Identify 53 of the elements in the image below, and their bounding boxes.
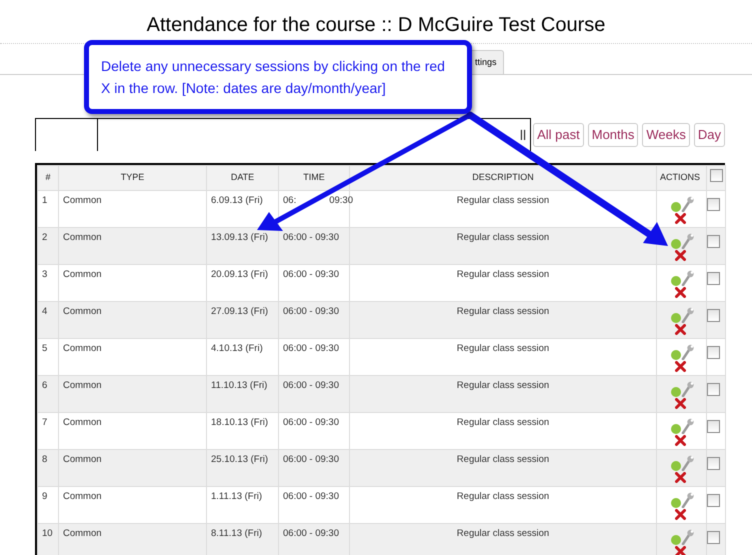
delete-icon[interactable] (674, 287, 686, 298)
callout-text: Delete any unnecessary sessions by clicking on the red X in the row. [Note: dates are day/month/year] (101, 57, 446, 98)
delete-icon[interactable] (674, 324, 686, 335)
page-title: Attendance for the course :: D McGuire Test Course (146, 13, 606, 38)
table-cell: 8 (38, 450, 58, 486)
checkbox[interactable] (707, 198, 720, 211)
table-cell: 1 (38, 190, 58, 228)
wrench-icon[interactable] (680, 418, 694, 434)
view-link[interactable]: ll (520, 124, 526, 146)
table-cell: 4 (38, 302, 58, 338)
view-button[interactable]: Day (694, 122, 725, 146)
checkbox[interactable] (707, 272, 720, 285)
wrench-icon[interactable] (680, 455, 694, 471)
cell-text: 06: (283, 195, 296, 206)
checkbox[interactable] (707, 494, 720, 507)
table-cell: 9 (38, 486, 58, 524)
table-cell: 2 (38, 228, 58, 264)
delete-icon[interactable] (674, 250, 686, 261)
checkbox[interactable] (707, 457, 720, 470)
checkbox[interactable] (710, 169, 722, 182)
table-cell: 10 (38, 524, 58, 555)
view-button[interactable]: Months (588, 122, 638, 146)
wrench-icon[interactable] (680, 381, 694, 397)
delete-icon[interactable] (674, 472, 686, 483)
wrench-icon[interactable] (680, 529, 694, 545)
checkbox[interactable] (707, 420, 720, 433)
wrench-icon[interactable] (680, 492, 694, 508)
delete-icon[interactable] (674, 398, 686, 409)
wrench-icon[interactable] (680, 307, 694, 323)
column-header: # (38, 166, 58, 190)
delete-icon[interactable] (674, 546, 686, 555)
checkbox[interactable] (707, 531, 720, 544)
table-cell: 5 (38, 338, 58, 376)
checkbox[interactable] (707, 235, 720, 248)
wrench-icon[interactable] (680, 196, 694, 212)
table-cell: 3 (38, 264, 58, 302)
cell-text: 09:30 (329, 195, 353, 206)
delete-icon[interactable] (674, 435, 686, 446)
checkbox[interactable] (707, 383, 720, 396)
table-cell: 7 (38, 412, 58, 450)
wrench-icon[interactable] (680, 270, 694, 286)
view-button[interactable]: Weeks (642, 122, 690, 146)
wrench-icon[interactable] (680, 233, 694, 249)
checkbox[interactable] (707, 309, 720, 322)
delete-icon[interactable] (674, 361, 686, 372)
checkbox[interactable] (707, 346, 720, 359)
view-button[interactable]: All past (533, 122, 584, 146)
table-cell: 6 (38, 376, 58, 412)
delete-icon[interactable] (674, 509, 686, 520)
delete-icon[interactable] (674, 213, 686, 224)
column-header: TYPE (58, 166, 206, 190)
wrench-icon[interactable] (680, 344, 694, 360)
column-header: DESCRIPTION (350, 166, 656, 190)
